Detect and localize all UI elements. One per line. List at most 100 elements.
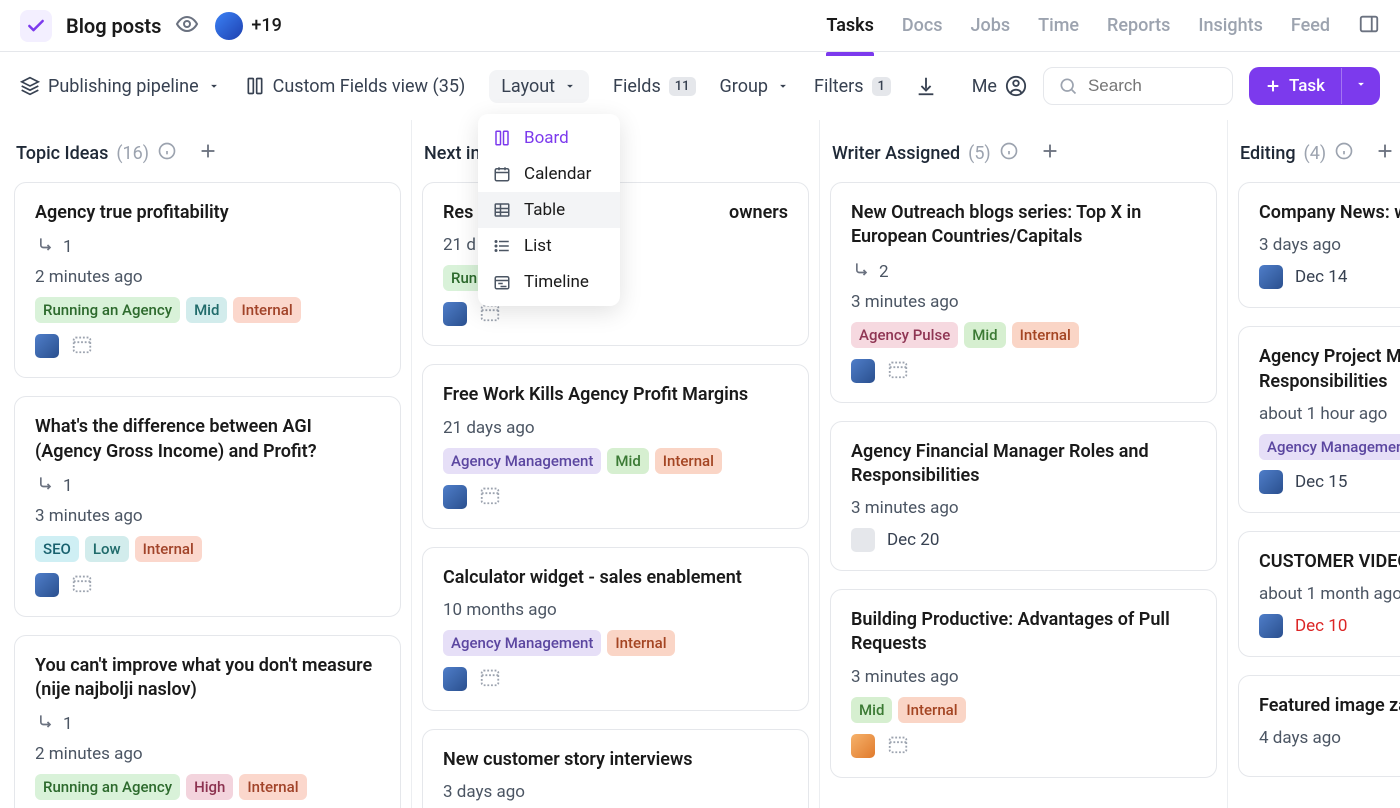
task-card[interactable]: What's the difference between AGI (Agenc…	[14, 396, 401, 617]
calendar-icon[interactable]	[479, 666, 501, 692]
assignee-avatar[interactable]	[851, 528, 875, 552]
layout-option-board[interactable]: Board	[478, 120, 620, 156]
assignee-avatar[interactable]	[851, 734, 875, 758]
due-date[interactable]: Dec 10	[1295, 616, 1347, 636]
task-card[interactable]: CUSTOMER VIDEOabout 1 month agoDec 10	[1238, 531, 1400, 657]
layout-option-timeline[interactable]: Timeline	[478, 264, 620, 300]
info-icon[interactable]	[1334, 141, 1354, 165]
tag[interactable]: Internal	[607, 630, 674, 656]
tag[interactable]: Agency Management	[443, 448, 601, 474]
tag[interactable]: Mid	[964, 322, 1005, 348]
tag[interactable]: Agency Management	[443, 630, 601, 656]
assignee-avatar[interactable]	[1259, 265, 1283, 289]
view-selector[interactable]: Publishing pipeline	[20, 76, 221, 97]
due-date[interactable]: Dec 15	[1295, 472, 1347, 492]
nav-tasks[interactable]: Tasks	[826, 11, 874, 40]
calendar-icon[interactable]	[71, 572, 93, 598]
due-date[interactable]: Dec 20	[887, 530, 939, 550]
current-view[interactable]: Custom Fields view (35)	[245, 76, 466, 97]
add-card-button[interactable]	[1374, 140, 1396, 166]
assignee-avatar[interactable]	[35, 334, 59, 358]
group-menu-trigger[interactable]: Group	[720, 76, 790, 97]
tag[interactable]: Internal	[1012, 322, 1079, 348]
search-box[interactable]	[1043, 67, 1233, 105]
tag[interactable]: Running an Agency	[35, 297, 180, 323]
card-footer	[443, 484, 788, 510]
task-card[interactable]: Featured image za4 days ago	[1238, 675, 1400, 777]
nav-time[interactable]: Time	[1038, 11, 1079, 40]
member-avatars[interactable]: +19	[213, 10, 281, 42]
tag[interactable]: High	[186, 774, 233, 800]
column-header: Editing(4)	[1238, 134, 1400, 182]
column-name: Writer Assigned	[832, 143, 960, 164]
assignee-avatar[interactable]	[443, 302, 467, 326]
fields-menu-trigger[interactable]: Fields 11	[613, 76, 695, 97]
info-icon[interactable]	[999, 141, 1019, 165]
due-date[interactable]: Dec 14	[1295, 267, 1347, 287]
tag[interactable]: Internal	[135, 536, 202, 562]
tag[interactable]: Mid	[186, 297, 227, 323]
visibility-icon[interactable]	[175, 12, 199, 40]
task-card[interactable]: Agency true profitability12 minutes agoR…	[14, 182, 401, 378]
tag[interactable]: Low	[85, 536, 129, 562]
card-tags: SEOLowInternal	[35, 536, 380, 562]
task-card[interactable]: Agency Financial Manager Roles and Respo…	[830, 421, 1217, 572]
tag[interactable]: Agency Pulse	[851, 322, 958, 348]
nav-reports[interactable]: Reports	[1107, 11, 1170, 40]
task-card[interactable]: New customer story interviews3 days ago	[422, 729, 809, 808]
card-title: Agency true profitability	[35, 201, 380, 225]
tag[interactable]: Internal	[655, 448, 722, 474]
column-name: Editing	[1240, 143, 1296, 164]
assignee-avatar[interactable]	[1259, 470, 1283, 494]
calendar-icon[interactable]	[887, 733, 909, 759]
new-task-main[interactable]: Task	[1249, 67, 1341, 105]
tag[interactable]: Internal	[233, 297, 300, 323]
nav-insights[interactable]: Insights	[1198, 11, 1262, 40]
task-card[interactable]: Company News: w post3 days agoDec 14	[1238, 182, 1400, 308]
info-icon[interactable]	[157, 141, 177, 165]
nav-docs[interactable]: Docs	[902, 11, 943, 40]
layout-option-calendar[interactable]: Calendar	[478, 156, 620, 192]
tag[interactable]: Mid	[607, 448, 648, 474]
me-filter[interactable]: Me	[972, 75, 1027, 97]
assignee-avatar[interactable]	[1259, 614, 1283, 638]
layout-option-list[interactable]: List	[478, 228, 620, 264]
add-card-button[interactable]	[197, 140, 219, 166]
nav-jobs[interactable]: Jobs	[971, 11, 1011, 40]
tag[interactable]: Internal	[898, 697, 965, 723]
board-icon	[492, 128, 512, 148]
task-card[interactable]: Building Productive: Advantages of Pull …	[830, 589, 1217, 778]
plus-icon	[1265, 78, 1281, 94]
task-card[interactable]: Free Work Kills Agency Profit Margins21 …	[422, 364, 809, 528]
filters-menu-trigger[interactable]: Filters 1	[814, 76, 891, 97]
search-input[interactable]	[1088, 76, 1218, 96]
app-logo[interactable]	[20, 10, 52, 42]
card-title: Building Productive: Advantages of Pull …	[851, 608, 1196, 657]
tag[interactable]: SEO	[35, 536, 79, 562]
calendar-icon[interactable]	[479, 484, 501, 510]
new-task-caret[interactable]	[1341, 68, 1380, 104]
assignee-avatar[interactable]	[443, 485, 467, 509]
tag[interactable]: Running an Agency	[35, 774, 180, 800]
tag[interactable]: Internal	[239, 774, 306, 800]
calendar-icon[interactable]	[887, 358, 909, 384]
assignee-avatar[interactable]	[851, 359, 875, 383]
assignee-avatar[interactable]	[443, 667, 467, 691]
tag[interactable]: Mid	[851, 697, 892, 723]
tag[interactable]: Agency Managemen	[1259, 434, 1400, 460]
layout-option-label: Calendar	[524, 164, 591, 184]
layout-menu-trigger[interactable]: Layout	[489, 70, 589, 103]
page-title: Blog posts	[66, 14, 161, 38]
assignee-avatar[interactable]	[35, 573, 59, 597]
task-card[interactable]: Agency Project Ma Responsibilitiesabout …	[1238, 326, 1400, 513]
task-card[interactable]: New Outreach blogs series: Top X in Euro…	[830, 182, 1217, 403]
calendar-icon[interactable]	[71, 333, 93, 359]
side-panel-icon[interactable]	[1358, 13, 1380, 39]
task-card[interactable]: You can't improve what you don't measure…	[14, 635, 401, 808]
download-button[interactable]	[915, 75, 937, 97]
add-card-button[interactable]	[1039, 140, 1061, 166]
nav-feed[interactable]: Feed	[1291, 11, 1330, 40]
card-title: You can't improve what you don't measure…	[35, 654, 380, 703]
layout-option-table[interactable]: Table	[478, 192, 620, 228]
task-card[interactable]: Calculator widget - sales enablement10 m…	[422, 547, 809, 711]
